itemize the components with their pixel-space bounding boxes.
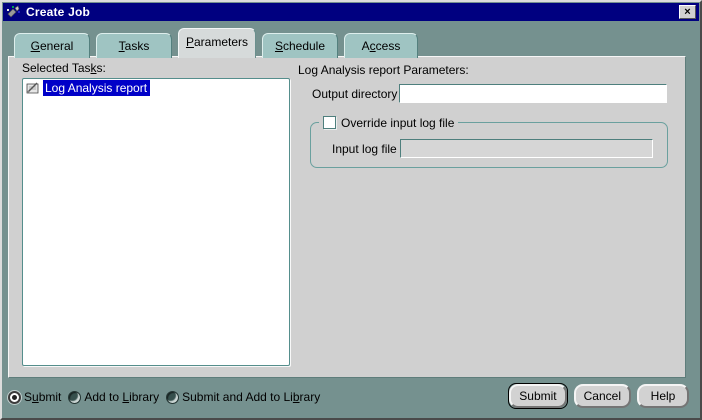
action-buttons: Submit Cancel Help bbox=[508, 383, 689, 409]
submit-button[interactable]: Submit bbox=[509, 384, 567, 408]
cancel-button[interactable]: Cancel bbox=[573, 384, 631, 408]
radio-unselected-icon bbox=[166, 390, 180, 404]
input-log-file-label: Input log file bbox=[332, 142, 397, 156]
app-icon bbox=[7, 5, 20, 18]
override-checkbox[interactable] bbox=[323, 116, 336, 129]
selected-tasks-list[interactable]: Log Analysis report bbox=[22, 78, 290, 366]
report-note-icon bbox=[26, 82, 39, 93]
radio-add-to-library-label: Add to Library bbox=[84, 390, 160, 404]
output-directory-label: Output directory bbox=[312, 87, 398, 101]
radio-submit-and-add-label: Submit and Add to Library bbox=[182, 390, 321, 404]
override-checkbox-label: Override input log file bbox=[341, 115, 455, 130]
list-item[interactable]: Log Analysis report bbox=[23, 79, 289, 97]
tab-strip: General Tasks Parameters Schedule Access bbox=[14, 28, 418, 58]
create-job-window: Create Job × General Tasks Parameters Sc… bbox=[0, 0, 702, 420]
tab-schedule[interactable]: Schedule bbox=[262, 33, 338, 58]
list-item-label[interactable]: Log Analysis report bbox=[43, 80, 151, 96]
selected-tasks-label: Selected Tasks: bbox=[22, 61, 106, 75]
close-button[interactable]: × bbox=[679, 5, 696, 19]
window-title: Create Job bbox=[26, 5, 91, 19]
default-button-ring: Submit bbox=[508, 383, 568, 409]
tab-parameters[interactable]: Parameters bbox=[178, 28, 256, 58]
output-directory-input[interactable] bbox=[399, 84, 667, 103]
override-groupbox: Override input log file Input log file bbox=[310, 115, 668, 168]
tab-general[interactable]: General bbox=[14, 33, 90, 58]
help-button[interactable]: Help bbox=[637, 384, 689, 408]
title-bar[interactable]: Create Job × bbox=[3, 3, 699, 21]
override-checkbox-row[interactable]: Override input log file bbox=[319, 115, 459, 130]
tab-tasks[interactable]: Tasks bbox=[96, 33, 172, 58]
radio-selected-icon bbox=[8, 390, 21, 404]
radio-unselected-icon bbox=[68, 390, 82, 404]
radio-submit-label: Submit bbox=[24, 390, 62, 404]
content-panel: Selected Tasks: Log Analysis report Log … bbox=[8, 56, 686, 378]
radio-add-to-library[interactable]: Add to Library bbox=[68, 390, 159, 404]
input-log-file-input[interactable] bbox=[400, 139, 653, 158]
submit-mode-radios: Submit Add to Library Submit and Add to … bbox=[8, 388, 327, 406]
radio-submit[interactable]: Submit bbox=[8, 390, 61, 404]
tab-access[interactable]: Access bbox=[344, 33, 418, 58]
parameters-heading: Log Analysis report Parameters: bbox=[298, 63, 469, 77]
radio-submit-and-add[interactable]: Submit and Add to Library bbox=[166, 390, 320, 404]
